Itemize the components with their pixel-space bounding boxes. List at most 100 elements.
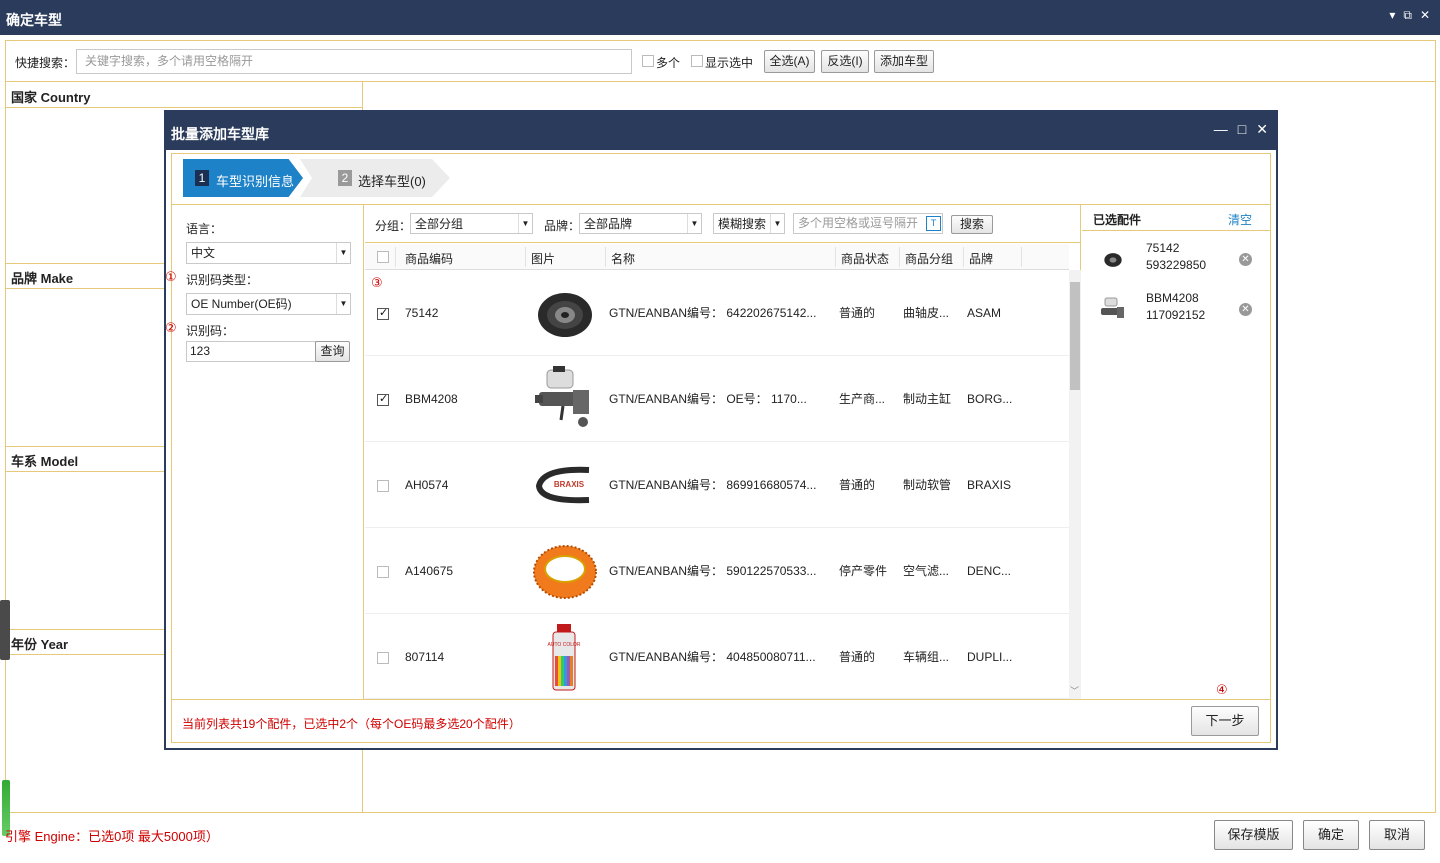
dialog-maximize-icon[interactable]: □	[1238, 121, 1246, 138]
row-checkbox[interactable]	[377, 652, 389, 664]
query-button[interactable]: 查询	[315, 341, 350, 362]
side-drag-handle[interactable]	[0, 600, 10, 660]
scroll-down-icon[interactable]: ﹀	[1070, 684, 1079, 697]
select-all-button[interactable]: 全选(A)	[764, 50, 815, 73]
restore-icon[interactable]: ⧉	[1403, 8, 1412, 23]
scrollbar-thumb[interactable]	[1070, 282, 1080, 390]
part-code: A140675	[405, 564, 454, 578]
column-header-code[interactable]: 商品编码	[405, 250, 453, 267]
part-status: 普通的	[839, 478, 876, 492]
part-status: 停产零件	[839, 564, 888, 578]
multi-checkbox[interactable]	[642, 55, 654, 67]
dialog-title: 批量添加车型库	[171, 126, 269, 142]
row-checkbox[interactable]	[377, 392, 389, 406]
column-divider	[395, 247, 396, 267]
show-selected-checkbox[interactable]	[691, 55, 703, 67]
brand-label: 品牌：	[544, 219, 581, 233]
clear-selected-link[interactable]: 清空	[1228, 211, 1252, 228]
column-divider	[899, 247, 900, 267]
column-divider	[605, 247, 606, 267]
minimize-icon[interactable]: ▾	[1389, 8, 1395, 23]
table-row[interactable]: AH0574 BRAXIS GTN/EANBAN编号： 869916680574…	[365, 442, 1069, 528]
pulley-image	[538, 293, 592, 337]
column-divider	[835, 247, 836, 267]
column-header-name[interactable]: 名称	[611, 250, 635, 267]
engine-status: 引擎 Engine：已选0项 最大5000项）	[5, 829, 219, 844]
chevron-down-icon: ▼	[518, 214, 532, 233]
table-row[interactable]: A140675 GTN/EANBAN编号： 590122570533... 停产…	[365, 528, 1069, 614]
code-label: 识别码：	[186, 324, 235, 338]
table-row[interactable]: 75142 GTN/EANBAN编号： 642202675142... 普通的 …	[365, 270, 1069, 356]
language-select[interactable]: 中文 ▼	[186, 242, 351, 264]
table-row[interactable]: 807114 AUTO COLOR GTN/EANBAN编号： 40485008…	[365, 614, 1069, 699]
remove-icon[interactable]: ✕	[1239, 303, 1252, 316]
search-button[interactable]: 搜索	[951, 215, 993, 234]
row-checkbox[interactable]	[377, 566, 389, 578]
invert-selection-button[interactable]: 反选(I)	[821, 50, 869, 73]
part-status: 普通的	[839, 306, 876, 320]
table-toolbar: 分组： 全部分组 ▼ 品牌： 全部品牌 ▼ 模糊搜索 ▼ 多个用空格或逗号隔开 …	[365, 205, 1081, 243]
spray-can-image: AUTO COLOR	[548, 624, 581, 691]
dialog-minimize-icon[interactable]: —	[1214, 121, 1228, 138]
braxis-logo-text: BRAXIS	[554, 480, 585, 489]
row-checkbox[interactable]	[377, 306, 389, 320]
row-checkbox[interactable]	[377, 480, 389, 492]
table-row[interactable]: BBM4208 GTN/EANBAN编号： OE号： 1170... 生产商..…	[365, 356, 1069, 442]
brand-select[interactable]: 全部品牌 ▼	[579, 213, 702, 234]
dialog-close-icon[interactable]: ✕	[1256, 121, 1268, 138]
identification-form: 语言： 中文 ▼ ① 识别码类型： OE Number(OE码) ▼ ② 识别码…	[165, 205, 364, 699]
cancel-button[interactable]: 取消	[1369, 820, 1425, 850]
step-select-model[interactable]: 2 选择车型(0)	[300, 159, 450, 197]
language-value: 中文	[191, 246, 216, 260]
remove-icon[interactable]: ✕	[1239, 253, 1252, 266]
part-name: GTN/EANBAN编号： 642202675142...	[609, 306, 817, 320]
part-brand: BRAXIS	[967, 478, 1012, 492]
save-template-button[interactable]: 保存模版	[1214, 820, 1293, 850]
selected-part-number: 593229850	[1146, 258, 1207, 272]
table-header: 商品编码 图片 名称 商品状态 商品分组 品牌	[365, 244, 1069, 270]
language-label: 语言：	[186, 222, 223, 236]
code-type-value: OE Number(OE码)	[191, 297, 292, 311]
table-scrollbar[interactable]: ﹀	[1069, 270, 1081, 699]
ok-button[interactable]: 确定	[1303, 820, 1359, 850]
add-model-button[interactable]: 添加车型	[874, 50, 934, 73]
part-name: GTN/EANBAN编号： 590122570533...	[609, 564, 817, 578]
quick-search-input[interactable]: 关键字搜索，多个请用空格隔开	[76, 49, 632, 74]
close-icon[interactable]: ✕	[1420, 8, 1430, 23]
pulley-image	[1104, 253, 1122, 267]
show-selected-label: 显示选中	[705, 56, 754, 70]
column-header-group[interactable]: 商品分组	[905, 250, 953, 267]
dialog-titlebar: 批量添加车型库 — □ ✕	[166, 112, 1276, 150]
chevron-down-icon: ▼	[336, 294, 350, 314]
column-header-brand[interactable]: 品牌	[969, 250, 993, 267]
column-header-status[interactable]: 商品状态	[841, 250, 889, 267]
next-step-button[interactable]: 下一步	[1191, 706, 1259, 736]
code-input[interactable]: 123	[186, 341, 316, 362]
keyword-input[interactable]: 多个用空格或逗号隔开	[793, 213, 943, 234]
selected-parts-title: 已选配件	[1093, 213, 1142, 227]
selected-part-number: 117092152	[1146, 308, 1206, 322]
parts-table-area: 分组： 全部分组 ▼ 品牌： 全部品牌 ▼ 模糊搜索 ▼ 多个用空格或逗号隔开 …	[365, 205, 1081, 699]
header-select-all-checkbox[interactable]	[377, 251, 389, 263]
code-type-select[interactable]: OE Number(OE码) ▼	[186, 293, 351, 315]
brake-hose-image: BRAXIS	[535, 466, 591, 504]
group-select[interactable]: 全部分组 ▼	[410, 213, 533, 234]
keyboard-icon[interactable]: T	[926, 216, 941, 231]
match-mode-select[interactable]: 模糊搜索 ▼	[713, 213, 785, 234]
step-vehicle-info[interactable]: 1 车型识别信息	[183, 159, 303, 197]
part-brand: DENC...	[967, 564, 1012, 578]
part-group: 制动软管	[903, 478, 952, 492]
part-brand: ASAM	[967, 306, 1002, 320]
column-divider	[525, 247, 526, 267]
marker-4: ④	[1216, 682, 1228, 697]
part-code: BBM4208	[405, 392, 458, 406]
step-label: 车型识别信息	[216, 174, 295, 189]
column-header-image[interactable]: 图片	[531, 250, 555, 267]
match-mode-value: 模糊搜索	[718, 217, 767, 231]
part-code: AH0574	[405, 478, 449, 492]
chevron-down-icon: ▼	[770, 214, 784, 233]
country-header: 国家 Country	[5, 82, 363, 108]
selected-part-item: BBM4208 117092152 ✕	[1082, 287, 1270, 337]
part-name: GTN/EANBAN编号： 404850080711...	[609, 650, 816, 664]
window-titlebar: 确定车型 ▾ ⧉ ✕	[0, 0, 1440, 35]
